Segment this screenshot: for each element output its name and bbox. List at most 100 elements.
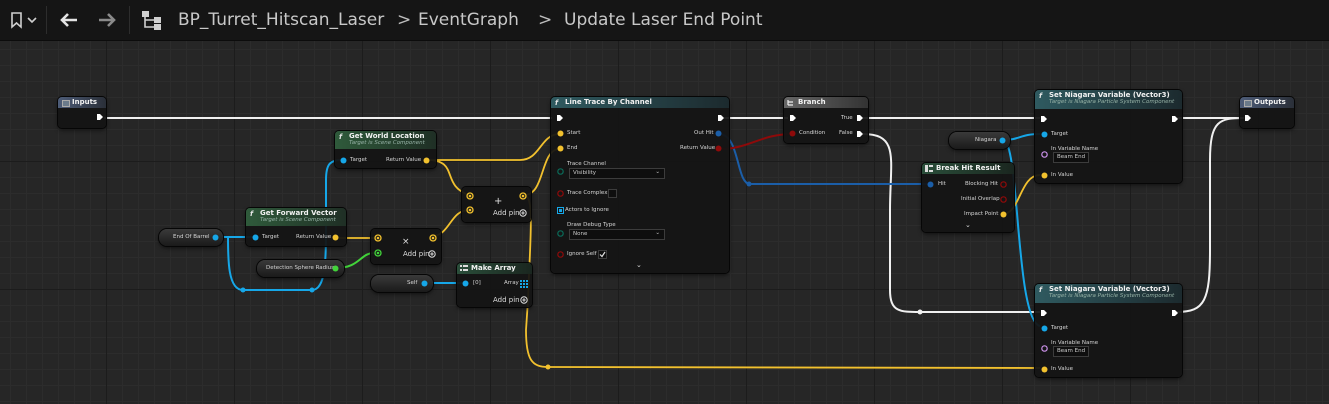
inputs-node[interactable]: Inputs <box>58 97 106 128</box>
node-title: Branch <box>798 98 826 106</box>
reroute-point <box>746 181 752 187</box>
node-title: Line Trace By Channel <box>565 98 652 106</box>
object-pin[interactable] <box>212 234 219 241</box>
enum-pin[interactable] <box>557 230 564 237</box>
expand-chevron-icon[interactable]: ⌄ <box>636 261 642 269</box>
name-pin[interactable] <box>1041 345 1048 352</box>
function-icon: f <box>250 210 254 218</box>
function-icon: f <box>339 133 343 141</box>
bool-pin[interactable] <box>557 251 564 258</box>
exec-false-pin[interactable] <box>856 130 864 138</box>
bool-pin[interactable] <box>1000 196 1007 203</box>
niagara-variable[interactable]: Niagara <box>949 132 1010 149</box>
float-pin[interactable] <box>374 249 382 257</box>
exec-in-pin[interactable] <box>1040 309 1048 317</box>
vector-pin[interactable] <box>519 192 527 200</box>
bool-pin[interactable] <box>789 130 796 137</box>
pin-label: End <box>567 145 578 151</box>
object-pin[interactable] <box>462 280 469 287</box>
object-pin[interactable] <box>421 280 428 287</box>
line-trace-by-channel-node[interactable]: f Line Trace By Channel Start Out Hit En… <box>551 97 729 273</box>
object-pin[interactable] <box>999 137 1006 144</box>
get-world-location-node[interactable]: f Get World Location Target is Scene Com… <box>335 131 436 168</box>
add-pin-label[interactable]: Add pin <box>493 296 520 304</box>
vector-pin[interactable] <box>1000 211 1007 218</box>
vector-pin[interactable] <box>1041 366 1048 373</box>
vector-pin[interactable] <box>423 157 430 164</box>
self-node[interactable]: Self <box>371 275 433 292</box>
add-pin-icon[interactable] <box>428 250 436 258</box>
exec-out-pin[interactable] <box>1171 115 1179 123</box>
trace-complex-checkbox[interactable] <box>608 189 617 198</box>
tunnel-icon <box>1244 100 1252 107</box>
vector-pin[interactable] <box>466 192 474 200</box>
branch-node[interactable]: Branch True Condition False <box>784 97 868 143</box>
function-icon: f <box>1039 92 1043 100</box>
draw-debug-type-dropdown[interactable]: None ⌄ <box>569 229 665 240</box>
chevron-down-icon: ⌄ <box>655 230 660 236</box>
function-icon: f <box>1039 286 1043 294</box>
add-pin-label[interactable]: Add pin <box>403 250 430 258</box>
pin-label: Target <box>1051 325 1069 331</box>
add-pin-icon[interactable] <box>520 296 528 304</box>
node-title: Set Niagara Variable (Vector3) <box>1049 285 1170 293</box>
object-pin[interactable] <box>1041 325 1048 332</box>
vector-pin[interactable] <box>332 234 339 241</box>
pin-label: Trace Channel <box>567 161 606 167</box>
exec-pin[interactable] <box>1244 114 1252 122</box>
reroute-point <box>545 364 551 370</box>
make-array-node[interactable]: Make Array [0] Array Add pin <box>457 263 532 307</box>
name-pin[interactable] <box>1041 151 1048 158</box>
bool-pin[interactable] <box>557 190 564 197</box>
array-pin[interactable] <box>520 280 528 288</box>
multiply-node[interactable]: × Add pin <box>371 229 441 264</box>
vector-pin[interactable] <box>466 206 474 214</box>
detection-sphere-radius-variable[interactable]: Detection Sphere Radius <box>257 260 344 277</box>
variable-name-field[interactable]: Beam End <box>1053 152 1089 163</box>
object-pin[interactable] <box>252 234 259 241</box>
exec-pin[interactable] <box>96 113 104 121</box>
exec-out-pin[interactable] <box>1171 309 1179 317</box>
object-pin[interactable] <box>340 157 347 164</box>
get-forward-vector-node[interactable]: f Get Forward Vector Target is Scene Com… <box>246 208 346 246</box>
variable-name-field[interactable]: Beam End <box>1053 346 1089 357</box>
pin-label: Array <box>504 280 519 286</box>
pin-label: Impact Point <box>964 211 999 217</box>
pin-label: Return Value <box>680 145 716 151</box>
struct-pin[interactable] <box>927 181 934 188</box>
exec-true-pin[interactable] <box>856 114 864 122</box>
vector-pin[interactable] <box>374 234 382 242</box>
enum-pin[interactable] <box>557 168 564 175</box>
outputs-node[interactable]: Outputs <box>1240 97 1294 128</box>
vector-pin[interactable] <box>1041 172 1048 179</box>
trace-channel-dropdown[interactable]: Visibility ⌄ <box>569 168 665 179</box>
exec-in-pin[interactable] <box>789 114 797 122</box>
add-pin-label[interactable]: Add pin <box>493 209 520 217</box>
array-pin[interactable] <box>557 207 564 214</box>
variable-label: Detection Sphere Radius <box>266 265 335 271</box>
struct-pin[interactable] <box>715 130 722 137</box>
expand-chevron-icon[interactable]: ⌄ <box>965 221 971 229</box>
object-pin[interactable] <box>1041 131 1048 138</box>
bool-pin[interactable] <box>1000 181 1007 188</box>
set-niagara-variable-node-true[interactable]: f Set Niagara Variable (Vector3) Target … <box>1035 90 1182 183</box>
vector-pin[interactable] <box>557 145 564 152</box>
node-subtitle: Target is Scene Component <box>349 140 425 146</box>
node-title: Get Forward Vector <box>260 209 337 217</box>
exec-out-pin[interactable] <box>717 114 725 122</box>
add-pin-icon[interactable] <box>519 209 527 217</box>
node-title: Make Array <box>471 264 516 272</box>
vector-pin[interactable] <box>429 234 437 242</box>
exec-in-pin[interactable] <box>1040 115 1048 123</box>
pin-label: True <box>841 115 853 121</box>
exec-in-pin[interactable] <box>556 114 564 122</box>
end-of-barrel-variable[interactable]: End Of Barrel <box>159 229 223 246</box>
ignore-self-checkbox[interactable] <box>598 250 607 259</box>
float-pin[interactable] <box>332 265 339 272</box>
variable-label: Niagara <box>975 137 997 143</box>
set-niagara-variable-node-false[interactable]: f Set Niagara Variable (Vector3) Target … <box>1035 284 1182 377</box>
vector-pin[interactable] <box>557 130 564 137</box>
break-hit-result-node[interactable]: Break Hit Result Hit Blocking Hit Initia… <box>922 163 1014 232</box>
add-node[interactable]: + Add pin <box>462 187 531 222</box>
bool-pin[interactable] <box>715 145 722 152</box>
